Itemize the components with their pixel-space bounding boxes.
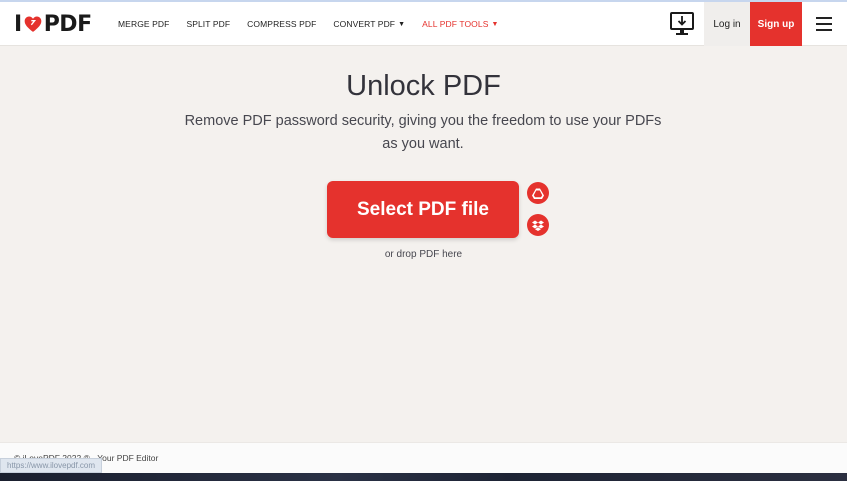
ilovepdf-logo[interactable]: I PDF bbox=[14, 11, 92, 37]
nav-merge-pdf[interactable]: MERGE PDF bbox=[118, 19, 169, 29]
os-taskbar bbox=[0, 473, 847, 481]
site-footer: © iLovePDF 2022 ® - Your PDF Editor bbox=[0, 442, 847, 473]
nav-convert-pdf[interactable]: CONVERT PDF ▼ bbox=[333, 19, 405, 29]
signup-button[interactable]: Sign up bbox=[750, 2, 802, 46]
dropbox-button[interactable] bbox=[527, 214, 549, 236]
nav-compress-pdf-label: COMPRESS PDF bbox=[247, 19, 317, 29]
nav-split-pdf-label: SPLIT PDF bbox=[186, 19, 231, 29]
browser-status-url: https://www.ilovepdf.com bbox=[0, 458, 103, 473]
nav-all-pdf-tools[interactable]: ALL PDF TOOLS ▼ bbox=[422, 19, 498, 29]
page-subtitle: Remove PDF password security, giving you… bbox=[184, 113, 662, 152]
nav-merge-pdf-label: MERGE PDF bbox=[118, 19, 170, 29]
main-nav: MERGE PDF SPLIT PDF COMPRESS PDF CONVERT… bbox=[118, 2, 516, 46]
nav-split-pdf[interactable]: SPLIT PDF bbox=[186, 19, 230, 29]
caret-down-icon: ▼ bbox=[398, 20, 406, 28]
menu-icon[interactable] bbox=[816, 17, 832, 31]
site-header: I PDF MERGE PDF SPLIT PDF COMPRESS PDF C… bbox=[0, 2, 847, 46]
logo-prefix: I bbox=[14, 11, 22, 37]
desktop-download-icon bbox=[670, 12, 694, 35]
desktop-download-button[interactable] bbox=[670, 11, 694, 37]
google-drive-icon bbox=[532, 188, 544, 199]
heart-icon bbox=[24, 16, 42, 32]
page-title: Unlock PDF bbox=[346, 70, 501, 102]
select-pdf-button[interactable]: Select PDF file bbox=[327, 181, 519, 238]
logo-suffix: PDF bbox=[43, 11, 92, 37]
dropbox-icon bbox=[532, 220, 544, 231]
login-button[interactable]: Log in bbox=[704, 2, 750, 46]
drop-hint: or drop PDF here bbox=[384, 249, 463, 260]
nav-compress-pdf[interactable]: COMPRESS PDF bbox=[247, 19, 316, 29]
google-drive-button[interactable] bbox=[527, 182, 549, 204]
nav-convert-pdf-label: CONVERT PDF bbox=[333, 19, 396, 29]
caret-down-icon: ▼ bbox=[491, 20, 499, 28]
nav-all-pdf-tools-label: ALL PDF TOOLS bbox=[422, 19, 489, 29]
